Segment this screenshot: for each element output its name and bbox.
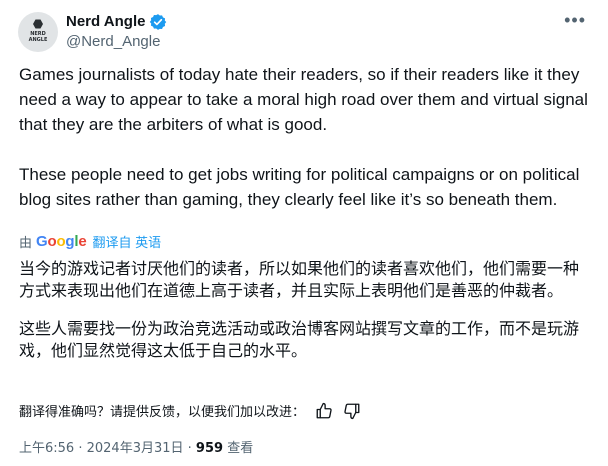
translation-paragraph: 这些人需要找一份为政治竞选活动或政治博客网站撰写文章的工作，而不是玩游戏，他们显…	[19, 319, 580, 360]
meta-separator: ·	[74, 441, 87, 456]
author-handle[interactable]: @Nerd_Angle	[66, 32, 167, 52]
avatar-logo: NERD ANGLE	[26, 19, 50, 45]
meta-separator: ·	[183, 441, 196, 456]
thumbs-up-icon[interactable]	[315, 402, 333, 420]
avatar[interactable]: NERD ANGLE	[18, 12, 58, 52]
author-block: Nerd Angle @Nerd_Angle	[66, 12, 167, 52]
verified-badge-icon	[149, 13, 167, 31]
translated-text: 当今的游戏记者讨厌他们的读者，所以如果他们的读者喜欢他们，他们需要一种方式来表现…	[19, 258, 591, 362]
translated-from-link[interactable]: 翻译自 英语	[93, 232, 162, 251]
translated-by-label: 由	[19, 235, 33, 250]
tweet-text: Games journalists of today hate their re…	[19, 62, 594, 212]
translation-feedback: 翻译得准确吗？请提供反馈，以便我们加以改进：	[19, 401, 361, 420]
translation-attribution: 由 Google 翻译自 英语	[19, 232, 161, 251]
tweet-paragraph: These people need to get jobs writing fo…	[19, 165, 580, 209]
views-label: 查看	[223, 441, 254, 456]
thumbs-down-icon[interactable]	[343, 402, 361, 420]
tweet-time[interactable]: 上午6:56	[19, 441, 74, 456]
feedback-prompt: 翻译得准确吗？请提供反馈，以便我们加以改进：	[19, 405, 306, 420]
avatar-logo-text: NERD ANGLE	[28, 31, 48, 43]
translation-paragraph: 当今的游戏记者讨厌他们的读者，所以如果他们的读者喜欢他们，他们需要一种方式来表现…	[19, 259, 580, 300]
more-options-icon[interactable]: •••	[564, 11, 586, 29]
views-count: 959	[195, 441, 224, 456]
tweet-meta: 上午6:56 · 2024年3月31日 · 959 查看	[19, 437, 253, 456]
author-display-name[interactable]: Nerd Angle	[66, 12, 145, 32]
google-logo: Google	[36, 233, 87, 250]
tweet-header: NERD ANGLE Nerd Angle @Nerd_Angle •••	[16, 11, 592, 52]
tweet-date[interactable]: 2024年3月31日	[87, 441, 184, 456]
tweet-paragraph: Games journalists of today hate their re…	[19, 65, 588, 134]
